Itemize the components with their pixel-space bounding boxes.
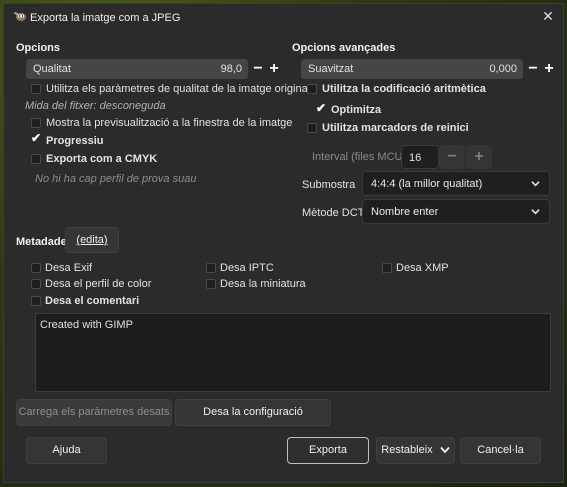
dct-method-label: Mètode DCT [302, 207, 365, 219]
save-exif-label: Desa Exif [45, 262, 93, 274]
cmyk-label: Exporta com a CMYK [46, 153, 158, 165]
edit-metadata-button[interactable]: (edita) [65, 227, 119, 253]
quality-value: 98,0 [220, 63, 242, 75]
load-defaults-button[interactable]: Carrega els paràmetres desats [16, 399, 172, 426]
reset-label: Restableix [381, 444, 433, 456]
minus-icon: − [528, 60, 538, 77]
save-xmp-label: Desa XMP [396, 262, 449, 274]
close-icon[interactable]: ✕ [541, 9, 555, 23]
quality-label: Qualitat [33, 63, 71, 75]
window-title: Exporta la imatge com a JPEG [30, 12, 181, 24]
smoothing-decrease-button[interactable]: − [526, 60, 540, 77]
preview-label: Mostra la previsualització a la finestra… [46, 117, 293, 129]
subsampling-select[interactable]: 4:4:4 (la millor qualitat) [362, 171, 550, 196]
cancel-button[interactable]: Cancel·la [460, 437, 541, 464]
save-exif-checkbox[interactable] [31, 263, 41, 273]
progressive-label: Progressiu [46, 135, 104, 147]
comment-textarea[interactable]: Created with GIMP [35, 313, 551, 392]
cmyk-checkbox[interactable] [31, 154, 41, 164]
interval-label: Interval (files MCU): [312, 151, 410, 163]
quality-decrease-button[interactable]: − [251, 60, 265, 77]
plus-icon: + [269, 60, 279, 77]
save-color-profile-label: Desa el perfil de color [45, 278, 152, 290]
dct-method-select[interactable]: Nombre enter [362, 199, 550, 224]
plus-icon: + [544, 60, 554, 77]
interval-decrease-button[interactable]: − [439, 145, 465, 169]
progressive-checkbox[interactable]: ✔ [31, 131, 41, 145]
quality-slider[interactable]: Qualitat 98,0 [26, 59, 248, 79]
optimize-label: Optimitza [331, 104, 382, 116]
smoothing-value: 0,000 [489, 63, 517, 75]
proof-profile-note: No hi ha cap perfil de prova suau [35, 173, 197, 185]
arithmetic-coding-checkbox[interactable] [307, 84, 317, 94]
title-bar: Exporta la imatge com a JPEG ✕ [4, 4, 563, 30]
use-quality-label: Utilitza els paràmetres de qualitat de l… [46, 83, 311, 95]
subsampling-value: 4:4:4 (la millor qualitat) [371, 178, 483, 190]
comment-text: Created with GIMP [40, 319, 133, 331]
reset-button[interactable]: Restableix [376, 437, 455, 464]
save-comment-label: Desa el comentari [45, 295, 140, 307]
advanced-options-header: Opcions avançades [292, 42, 396, 54]
restart-markers-checkbox[interactable] [307, 123, 317, 133]
chevron-down-icon [531, 209, 540, 215]
file-size-label: Mida del fitxer: desconeguda [25, 100, 166, 112]
chevron-down-icon [440, 446, 450, 454]
save-thumbnail-checkbox[interactable] [206, 279, 216, 289]
smoothing-label: Suavitzat [308, 63, 354, 75]
interval-value: 16 [409, 152, 422, 164]
save-xmp-checkbox[interactable] [382, 263, 392, 273]
quality-increase-button[interactable]: + [267, 60, 281, 77]
help-button[interactable]: Ajuda [26, 437, 107, 464]
save-color-profile-checkbox[interactable] [31, 279, 41, 289]
smoothing-increase-button[interactable]: + [542, 60, 556, 77]
save-thumbnail-label: Desa la miniatura [220, 278, 306, 290]
save-iptc-checkbox[interactable] [206, 263, 216, 273]
use-quality-checkbox[interactable] [31, 84, 41, 94]
export-jpeg-dialog: Exporta la imatge com a JPEG ✕ Opcions Q… [3, 3, 564, 483]
save-iptc-label: Desa IPTC [220, 262, 274, 274]
save-comment-checkbox[interactable] [31, 296, 41, 306]
smoothing-slider[interactable]: Suavitzat 0,000 [301, 59, 523, 79]
gimp-wilber-icon [13, 11, 26, 21]
restart-markers-label: Utilitza marcadors de reinici [322, 122, 469, 134]
minus-icon: − [253, 60, 263, 77]
options-header: Opcions [16, 42, 61, 54]
export-button[interactable]: Exporta [287, 437, 369, 464]
preview-checkbox[interactable] [31, 118, 41, 128]
minus-icon: − [447, 148, 457, 165]
optimize-checkbox[interactable]: ✔ [316, 101, 326, 115]
arithmetic-coding-label: Utilitza la codificació aritmètica [322, 83, 486, 95]
plus-icon: + [474, 148, 484, 165]
save-defaults-button[interactable]: Desa la configuració [175, 399, 331, 426]
dct-method-value: Nombre enter [371, 206, 439, 218]
subsampling-label: Submostra [302, 179, 356, 191]
chevron-down-icon [531, 181, 540, 187]
interval-input[interactable]: 16 [401, 145, 439, 169]
interval-increase-button[interactable]: + [466, 145, 492, 169]
edit-metadata-label: (edita) [76, 234, 108, 246]
